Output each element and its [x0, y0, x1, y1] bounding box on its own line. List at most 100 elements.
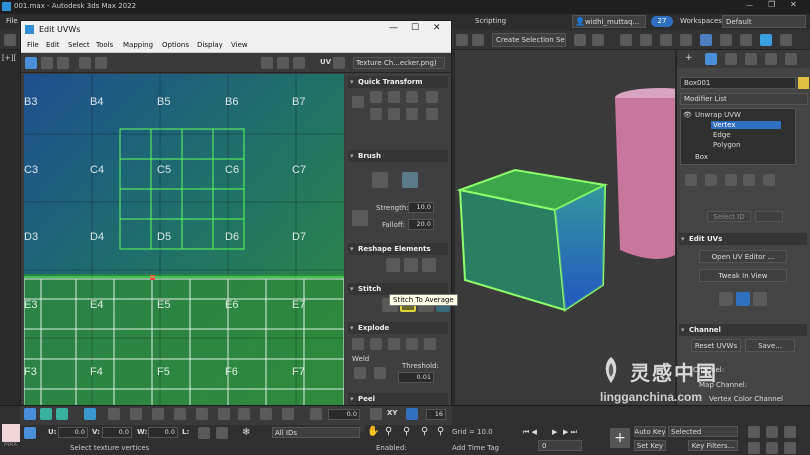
transform-center-icon[interactable] — [352, 96, 364, 108]
paint-move-icon[interactable] — [372, 172, 388, 188]
snap-grid-icon[interactable] — [406, 408, 418, 420]
select-id-dropdown[interactable] — [755, 211, 783, 222]
show-end-result-icon[interactable] — [705, 174, 717, 186]
render-cloud-icon[interactable] — [780, 34, 792, 46]
angle-snap-icon[interactable] — [472, 34, 484, 46]
loop-icon[interactable] — [152, 408, 164, 420]
u-spinner[interactable]: 0.0 — [58, 427, 88, 438]
uvw-minimize-icon[interactable]: — — [389, 23, 398, 33]
zoom-icon[interactable] — [748, 426, 760, 438]
soft-select-icon[interactable] — [218, 408, 230, 420]
maxscript-listener[interactable] — [2, 424, 20, 442]
rotation-spinner[interactable]: 0.0 — [328, 409, 360, 420]
stack-item-unwrap[interactable]: Unwrap UVW — [695, 111, 741, 119]
pelt-icon[interactable] — [753, 292, 767, 306]
ring-icon[interactable] — [130, 408, 142, 420]
grid-size-spinner[interactable]: 16 — [426, 409, 446, 420]
configure-sets-icon[interactable] — [763, 174, 775, 186]
stack-item-vertex[interactable]: Vertex — [711, 121, 781, 129]
pin-stack-icon[interactable] — [685, 174, 697, 186]
uvw-menu-select[interactable]: Select — [68, 41, 90, 49]
perspective-viewport[interactable] — [455, 50, 675, 405]
selection-set-dropdown[interactable]: Create Selection Se — [492, 33, 566, 47]
quick-transform-rollout[interactable]: Quick Transform — [348, 76, 448, 88]
uvw-maximize-icon[interactable]: ☐ — [411, 23, 419, 33]
menu-scripting[interactable]: Scripting — [475, 17, 506, 25]
grow-icon[interactable] — [108, 408, 120, 420]
zoom-uv-icon[interactable]: ⚲ — [385, 426, 392, 437]
polygon-mode-icon[interactable] — [56, 408, 68, 420]
paint-select-icon[interactable] — [174, 408, 186, 420]
utilities-tab-icon[interactable] — [785, 53, 797, 65]
threshold-spinner[interactable]: 0.01 — [398, 372, 434, 383]
select-by-element-icon[interactable] — [196, 408, 208, 420]
hierarchy-tab-icon[interactable] — [725, 53, 737, 65]
next-frame-icon[interactable]: ▶ ⏭ — [563, 428, 577, 437]
eye-icon[interactable]: 👁 — [683, 111, 692, 119]
uvw-menu-tools[interactable]: Tools — [96, 41, 113, 49]
remove-modifier-icon[interactable] — [743, 174, 755, 186]
object-color-swatch[interactable] — [798, 77, 809, 89]
reshape-elements-rollout[interactable]: Reshape Elements — [348, 243, 448, 255]
rotate-neg-90-icon[interactable] — [406, 108, 418, 120]
hand-pan-icon[interactable]: ✋ — [367, 426, 379, 437]
brush-stroke-icon[interactable] — [352, 210, 368, 226]
schematic-icon[interactable] — [680, 34, 692, 46]
relax-icon[interactable] — [422, 258, 436, 272]
key-selection-dropdown[interactable]: Selected — [668, 426, 738, 437]
break-icon[interactable] — [352, 338, 364, 350]
zoom-extents-icon[interactable] — [784, 426, 796, 438]
uvw-menu-mapping[interactable]: Mapping — [123, 41, 153, 49]
create-tab-icon[interactable]: + — [685, 53, 693, 63]
material-ids-dropdown[interactable]: All IDs — [272, 427, 360, 438]
modify-tab-icon[interactable] — [705, 53, 717, 65]
rotate-90-icon[interactable] — [406, 91, 418, 103]
scale-icon[interactable] — [57, 57, 69, 69]
vertex-mode-icon[interactable] — [24, 408, 36, 420]
uv-canvas[interactable]: B3 B4 B5 B6 B7 C3 C4 C5 C6 C7 D3 D4 D5 D… — [24, 74, 344, 414]
peel-icon[interactable] — [719, 292, 733, 306]
motion-tab-icon[interactable] — [745, 53, 757, 65]
relax-until-flat-icon[interactable] — [404, 258, 418, 272]
space-vertical-icon[interactable] — [426, 108, 438, 120]
stack-item-edge[interactable]: Edge — [713, 131, 731, 139]
edit-uvs-rollout[interactable]: Edit UVs — [679, 233, 807, 245]
freeform-icon[interactable] — [79, 57, 91, 69]
detach-icon[interactable] — [370, 338, 382, 350]
uvw-menu-display[interactable]: Display — [197, 41, 223, 49]
set-key-icon[interactable]: + — [610, 428, 630, 448]
brush-rollout[interactable]: Brush — [348, 150, 448, 162]
align-vertical-icon[interactable] — [388, 91, 400, 103]
flatten-by-smoothing-icon[interactable] — [388, 338, 400, 350]
auto-key-button[interactable]: Auto Key — [634, 426, 666, 437]
mirror-uv-icon[interactable] — [95, 57, 107, 69]
layer-icon[interactable] — [620, 34, 632, 46]
rotate-icon[interactable] — [41, 57, 53, 69]
checker-icon[interactable] — [277, 57, 289, 69]
explode-rollout[interactable]: Explode — [348, 322, 448, 334]
snap-icon[interactable] — [456, 34, 468, 46]
align-to-edge-icon[interactable] — [370, 108, 382, 120]
open-uv-editor-button[interactable]: Open UV Editor ... — [699, 250, 787, 263]
curve-editor-icon[interactable] — [660, 34, 672, 46]
align-horizontal-icon[interactable] — [370, 91, 382, 103]
select-id-button[interactable]: Select ID — [707, 211, 751, 222]
uv-mode-icon[interactable] — [333, 57, 345, 69]
maximize-viewport-icon[interactable] — [784, 442, 796, 454]
uvw-close-icon[interactable]: ✕ — [433, 23, 441, 33]
display-tab-icon[interactable] — [765, 53, 777, 65]
minimize-icon[interactable]: — — [746, 1, 753, 9]
add-time-tag[interactable]: Add Time Tag — [452, 444, 499, 452]
object-name-field[interactable]: Box001 — [680, 77, 796, 89]
stack-item-box[interactable]: Box — [695, 153, 708, 161]
key-filters-button[interactable]: Key Filters... — [688, 440, 738, 451]
edge-mode-icon[interactable] — [40, 408, 52, 420]
zoom-region-icon[interactable]: ⚲ — [403, 426, 410, 437]
weld-selected-icon[interactable] — [354, 367, 366, 379]
render-icon[interactable] — [760, 34, 772, 46]
texture-dropdown[interactable]: Texture Ch...ecker.png) — [353, 57, 445, 69]
maximize-icon[interactable]: ❐ — [768, 0, 775, 9]
user-account-button[interactable]: 👤 widhi_muttaq... — [572, 15, 646, 28]
close-icon[interactable]: ✕ — [790, 0, 797, 9]
spin-increment-icon[interactable] — [310, 408, 322, 420]
